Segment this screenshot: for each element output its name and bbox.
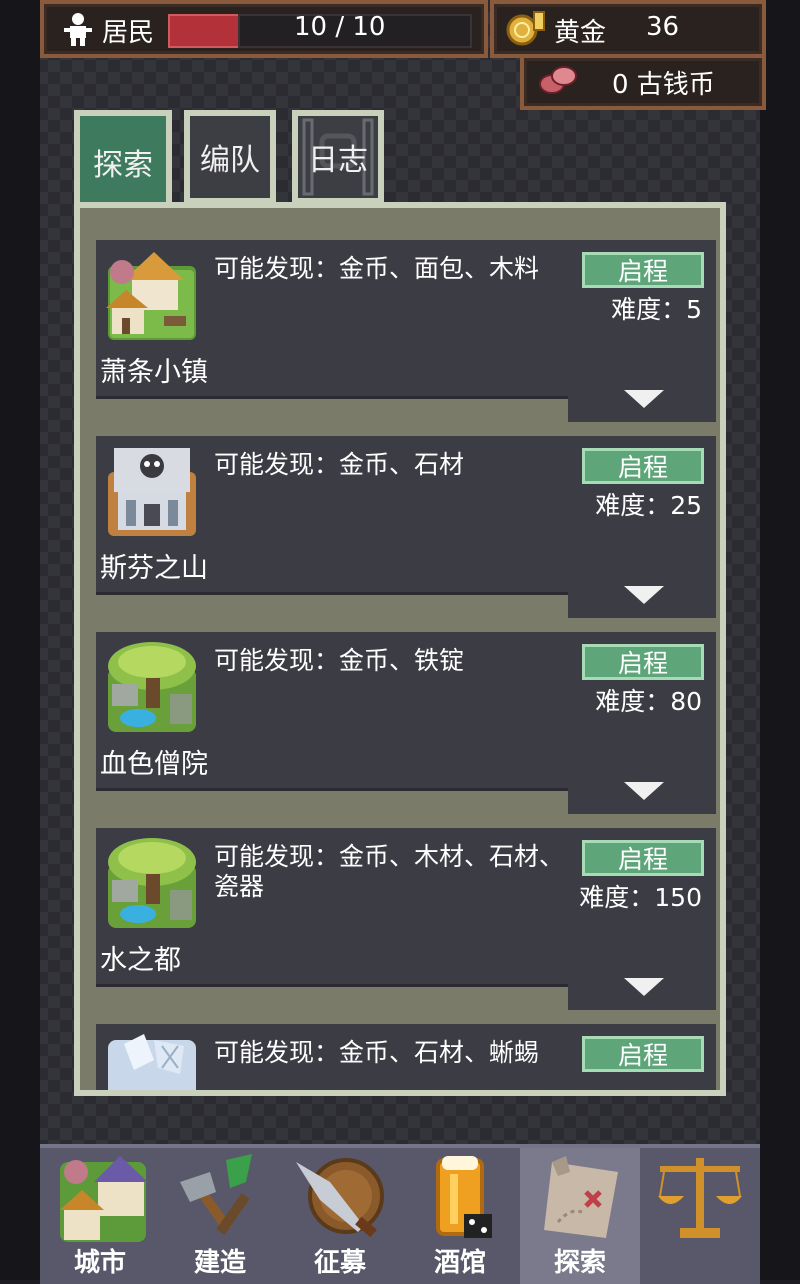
expedition-card: 可能发现：金币、石材 启程 难度：25 斯芬之山: [96, 436, 716, 618]
location-name: 水之都: [100, 945, 181, 976]
tab-team-label: 编队: [200, 143, 260, 178]
expand-arrow-icon[interactable]: [624, 782, 664, 800]
card-find-text: 可能发现：金币、石材、蜥蜴: [214, 1038, 540, 1067]
tab-explore-label: 探索: [93, 148, 153, 183]
gold-value: 36: [646, 12, 680, 42]
tab-log[interactable]: 日志: [292, 110, 384, 204]
gold-coin-icon: [506, 11, 545, 46]
start-button[interactable]: 启程: [582, 840, 704, 876]
expedition-card: 可能发现：金币、木材、石材、瓷器 启程 难度：150 水之都: [96, 828, 716, 1010]
location-name: 萧条小镇: [100, 357, 208, 388]
nav-item-build[interactable]: 建造: [160, 1148, 280, 1284]
expedition-panel: 可能发现：金币、面包、木料 启程 难度：5 萧条小镇 可能发现：金币、石材 启程…: [74, 202, 726, 1096]
tavern-beer-icon: [436, 1156, 492, 1238]
forest-icon: [108, 838, 196, 928]
town-icon: [106, 252, 196, 340]
tab-team[interactable]: 编队: [184, 110, 276, 204]
difficulty-text: 难度：5: [611, 295, 702, 324]
card-find-text: 可能发现：金币、面包、木料: [214, 254, 540, 283]
nav-label-explore: 探索: [553, 1248, 606, 1278]
recruit-weapons-icon: [296, 1158, 384, 1238]
scales-icon: [658, 1158, 742, 1238]
start-button[interactable]: 启程: [582, 252, 704, 288]
card-find-text: 可能发现：金币、石材: [214, 450, 465, 479]
difficulty-text: 难度：25: [595, 491, 702, 520]
gold-bar: 黄金 36: [490, 0, 766, 58]
ancient-coin-value: 0 古钱币: [612, 70, 715, 100]
bottom-nav: 城市 建造 征募 酒馆 探索: [40, 1144, 760, 1284]
ancient-coin-bar: 0 古钱币: [520, 54, 766, 110]
difficulty-text: 难度：80: [595, 687, 702, 716]
tab-log-label: 日志: [308, 143, 368, 178]
start-button[interactable]: 启程: [582, 1036, 704, 1072]
build-tools-icon: [180, 1154, 252, 1235]
nav-item-tavern[interactable]: 酒馆: [400, 1148, 520, 1284]
treasure-map-icon: [544, 1156, 618, 1238]
nav-item-recruit[interactable]: 征募: [280, 1148, 400, 1284]
city-icon: [60, 1156, 148, 1242]
left-margin: [0, 0, 40, 1280]
ice-icon: [108, 1034, 196, 1090]
expedition-card: 可能发现：金币、铁锭 启程 难度：80 血色僧院: [96, 632, 716, 814]
resident-count: 10 / 10: [294, 12, 386, 42]
ancient-coin-icon: [539, 66, 577, 94]
tab-explore[interactable]: 探索: [74, 110, 172, 214]
expand-arrow-icon[interactable]: [624, 390, 664, 408]
nav-item-city[interactable]: 城市: [40, 1148, 160, 1284]
location-name: 血色僧院: [100, 749, 208, 780]
card-find-text: 可能发现：金币、铁锭: [214, 646, 465, 675]
card-find-text: 可能发现：金币、木材、石材、瓷器: [214, 842, 565, 901]
right-margin: [760, 0, 800, 1280]
expand-arrow-icon[interactable]: [624, 586, 664, 604]
nav-item-explore[interactable]: 探索: [520, 1148, 640, 1284]
difficulty-text: 难度：150: [579, 883, 702, 912]
location-name: 斯芬之山: [100, 553, 208, 584]
resident-bar: 居民 10 / 10: [40, 0, 488, 58]
temple-icon: [108, 448, 196, 536]
nav-label-build: 建造: [193, 1248, 246, 1278]
start-button[interactable]: 启程: [582, 644, 704, 680]
nav-label-recruit: 征募: [313, 1248, 366, 1278]
resident-label: 居民: [102, 18, 155, 48]
start-button[interactable]: 启程: [582, 448, 704, 484]
resident-fill-bar: [168, 14, 242, 48]
expedition-card: 可能发现：金币、面包、木料 启程 难度：5 萧条小镇: [96, 240, 716, 422]
nav-label-tavern: 酒馆: [433, 1248, 486, 1278]
forest-icon: [108, 642, 196, 732]
nav-item-trade[interactable]: [640, 1148, 760, 1284]
expand-arrow-icon[interactable]: [624, 978, 664, 996]
resident-icon: [64, 13, 92, 46]
expedition-card: 可能发现：金币、石材、蜥蜴 启程: [96, 1024, 716, 1090]
nav-label-city: 城市: [73, 1248, 126, 1278]
gold-label: 黄金: [554, 18, 607, 48]
